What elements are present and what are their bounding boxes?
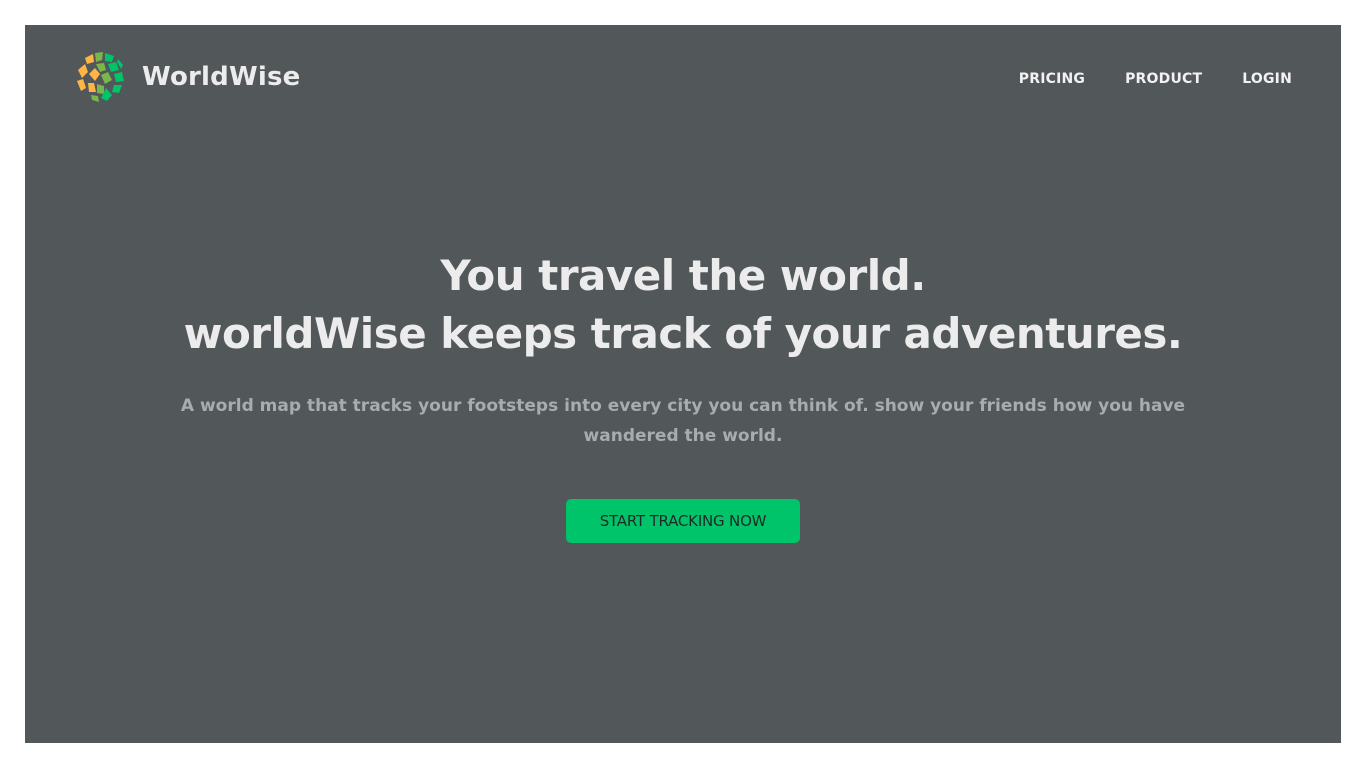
hero-title: You travel the world. worldWise keeps tr… [25,247,1341,363]
nav-item-pricing: PRICING [1019,68,1085,87]
hero-title-line1: You travel the world. [440,251,926,300]
nav-link-pricing[interactable]: PRICING [1019,71,1085,87]
nav-links: PRICING PRODUCT LOGIN [1019,68,1292,87]
nav-item-login: LOGIN [1242,68,1292,87]
page-frame: WorldWise PRICING PRODUCT LOGIN You trav… [25,25,1341,743]
brand-name: WorldWise [142,62,301,92]
nav-link-product[interactable]: PRODUCT [1125,71,1202,87]
start-tracking-button[interactable]: START TRACKING NOW [566,499,800,543]
nav-link-login[interactable]: LOGIN [1242,71,1292,87]
brand-logo-link[interactable]: WorldWise [74,50,300,104]
hero-subtitle: A world map that tracks your footsteps i… [180,396,1186,446]
hero-section: You travel the world. worldWise keeps tr… [25,247,1341,543]
top-navigation: WorldWise PRICING PRODUCT LOGIN [74,49,1292,105]
globe-logo-icon [75,51,127,103]
hero-title-line2: worldWise keeps track of your adventures… [183,309,1183,358]
nav-item-product: PRODUCT [1125,68,1202,87]
